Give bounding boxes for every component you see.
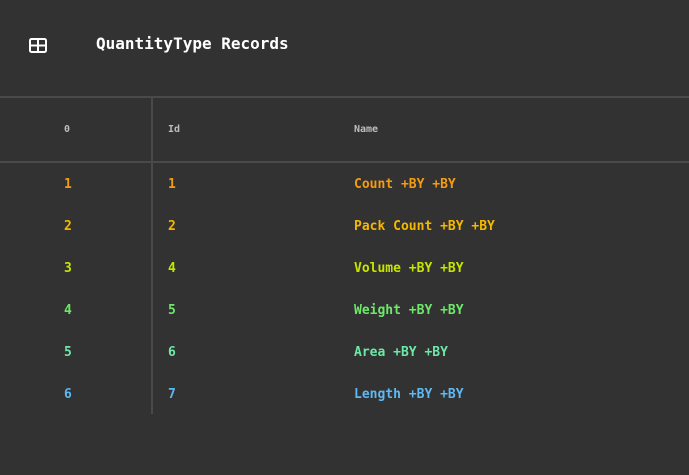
column-header-id[interactable]: Id: [168, 124, 180, 135]
cell-id: 6: [168, 345, 176, 360]
cell-index: 6: [64, 387, 72, 402]
cell-id: 4: [168, 261, 176, 276]
cell-name: Area +BY +BY: [354, 345, 448, 360]
page-title: QuantityType Records: [96, 34, 289, 53]
cell-id: 1: [168, 177, 176, 192]
table-header-divider: [0, 161, 689, 163]
cell-index: 1: [64, 177, 72, 192]
cell-index: 2: [64, 219, 72, 234]
table-icon: [29, 38, 47, 53]
column-header-name[interactable]: Name: [354, 124, 378, 135]
cell-name: Pack Count +BY +BY: [354, 219, 495, 234]
cell-index: 3: [64, 261, 72, 276]
cell-name: Weight +BY +BY: [354, 303, 464, 318]
column-header-index[interactable]: 0: [64, 124, 70, 135]
column-divider: [151, 98, 153, 414]
cell-id: 2: [168, 219, 176, 234]
page-header: QuantityType Records: [0, 0, 689, 96]
cell-index: 5: [64, 345, 72, 360]
cell-index: 4: [64, 303, 72, 318]
header-divider: [0, 96, 689, 98]
cell-name: Count +BY +BY: [354, 177, 456, 192]
cell-name: Length +BY +BY: [354, 387, 464, 402]
cell-id: 7: [168, 387, 176, 402]
cell-name: Volume +BY +BY: [354, 261, 464, 276]
cell-id: 5: [168, 303, 176, 318]
